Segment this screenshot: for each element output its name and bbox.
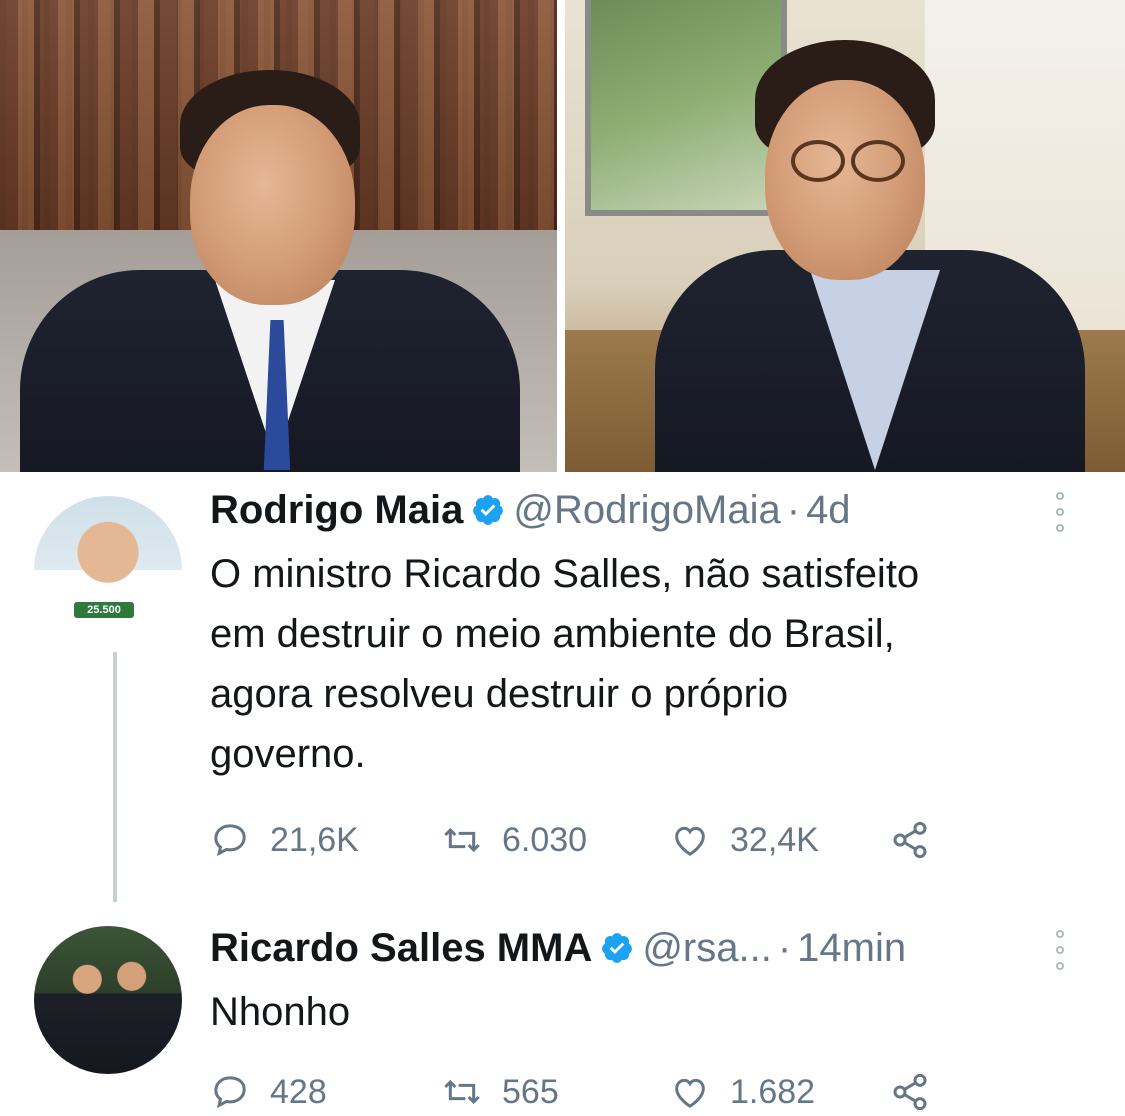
speech-bubble-icon — [214, 824, 246, 857]
vertical-dots-icon[interactable] — [1050, 930, 1070, 970]
handle[interactable]: @RodrigoMaia — [513, 486, 780, 534]
separator: · — [777, 926, 792, 970]
verified-check-icon — [473, 495, 504, 525]
retweet-button[interactable]: 565 — [442, 1068, 559, 1116]
retweet-arrows-icon — [444, 1079, 480, 1105]
reply-button[interactable]: 21,6K — [210, 816, 359, 864]
timestamp[interactable]: 4d — [806, 486, 851, 534]
display-name[interactable]: Ricardo Salles MMA — [210, 924, 592, 972]
share-icon — [893, 1073, 927, 1111]
reply-count: 428 — [270, 1072, 327, 1111]
tweet-text: O ministro Ricardo Salles, não satisfeit… — [210, 552, 920, 776]
vertical-dots-icon[interactable] — [1050, 492, 1070, 532]
photo-collage — [0, 0, 1125, 472]
like-count: 32,4K — [730, 820, 819, 859]
tweet-header: Rodrigo Maia @RodrigoMaia · 4d — [210, 486, 851, 534]
timestamp[interactable]: 14min — [797, 924, 906, 972]
share-icon — [893, 821, 927, 859]
tweet-actions: 21,6K 6.030 32,4K — [210, 816, 970, 864]
separator: · — [786, 488, 801, 532]
display-name[interactable]: Rodrigo Maia — [210, 486, 463, 534]
heart-icon — [675, 826, 705, 856]
tweet-text: Nhonho — [210, 990, 351, 1034]
handle[interactable]: @rsa... — [642, 924, 772, 972]
retweet-button[interactable]: 6.030 — [442, 816, 587, 864]
thread-line — [113, 652, 117, 902]
retweet-count: 6.030 — [502, 820, 588, 859]
tweet-header: Ricardo Salles MMA @rsa... · 14min — [210, 924, 906, 972]
tweet-rodrigo-maia[interactable]: 25.500 Rodrigo Maia @RodrigoMaia · 4d O … — [0, 472, 1125, 902]
photo-rodrigo-maia — [0, 0, 557, 472]
reply-count: 21,6K — [270, 820, 359, 859]
share-button[interactable] — [890, 816, 950, 864]
verified-check-icon — [602, 933, 633, 963]
share-button[interactable] — [890, 1068, 950, 1116]
avatar-badge: 25.500 — [74, 602, 134, 618]
avatar[interactable] — [34, 926, 182, 1074]
retweet-count: 565 — [502, 1072, 559, 1111]
reply-button[interactable]: 428 — [210, 1068, 327, 1116]
heart-icon — [675, 1078, 705, 1108]
tweet-actions: 428 565 1.682 — [210, 1068, 970, 1116]
like-count: 1.682 — [730, 1072, 816, 1111]
like-button[interactable]: 1.682 — [670, 1068, 815, 1116]
tweet-ricardo-salles[interactable]: Ricardo Salles MMA @rsa... · 14min Nhonh… — [0, 918, 1125, 1111]
like-button[interactable]: 32,4K — [670, 816, 819, 864]
avatar[interactable]: 25.500 — [34, 496, 182, 644]
retweet-arrows-icon — [444, 827, 480, 853]
photo-ricardo-salles — [565, 0, 1125, 472]
speech-bubble-icon — [214, 1076, 246, 1109]
